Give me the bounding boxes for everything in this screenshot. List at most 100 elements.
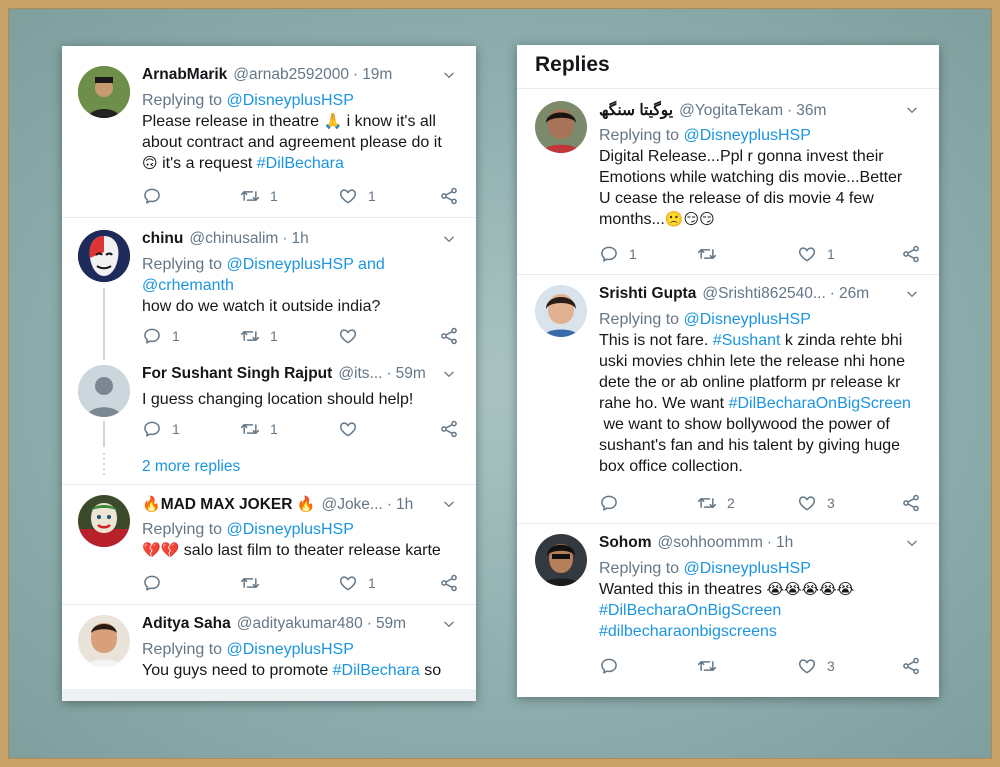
mention-link[interactable]: @DisneyplusHSP <box>684 560 811 577</box>
like-button[interactable]: 1 <box>338 186 436 206</box>
tweet-text-line: months... <box>599 211 665 228</box>
chevron-down-icon[interactable] <box>442 232 456 246</box>
reply-button[interactable]: 1 <box>142 419 240 439</box>
reply-icon <box>599 493 619 513</box>
user-handle[interactable]: @sohhoommm <box>658 534 763 552</box>
reply-button[interactable] <box>599 656 697 676</box>
tweet-srishti-gupta[interactable]: Srishti Gupta @Srishti862540... · 26m Re… <box>517 275 939 524</box>
reply-button[interactable] <box>142 573 240 593</box>
like-button[interactable]: 3 <box>797 656 895 676</box>
face-emojis: 🙁😏😏 <box>664 210 715 228</box>
tweet-aditya-saha[interactable]: Aditya Saha @adityakumar480 · 59m Replyi… <box>62 605 476 701</box>
retweet-icon <box>240 573 260 593</box>
tweet-time[interactable]: 36m <box>796 102 826 120</box>
avatar[interactable] <box>535 101 587 153</box>
mention-link[interactable]: @DisneyplusHSP <box>227 92 354 109</box>
chevron-down-icon[interactable] <box>442 497 456 511</box>
avatar[interactable] <box>78 230 130 282</box>
hashtag-link[interactable]: #DilBecharaOnBigScreen <box>599 600 923 621</box>
user-name[interactable]: Srishti Gupta <box>599 285 696 303</box>
retweet-button[interactable]: 1 <box>240 186 338 206</box>
chevron-down-icon[interactable] <box>442 367 456 381</box>
tweet-time[interactable]: 59m <box>376 615 406 633</box>
avatar[interactable] <box>535 285 587 337</box>
share-icon[interactable] <box>901 493 921 513</box>
user-name[interactable]: ArnabMarik <box>142 66 227 84</box>
retweet-button[interactable] <box>240 573 338 593</box>
like-button[interactable]: 1 <box>797 244 895 264</box>
tweet-yogita[interactable]: یوگیتا سنگھ @YogitaTekam · 36m Replying … <box>517 89 939 275</box>
avatar[interactable] <box>78 66 130 118</box>
reply-button[interactable] <box>142 186 240 206</box>
retweet-button[interactable]: 2 <box>697 493 797 513</box>
user-name[interactable]: For Sushant Singh Rajput <box>142 365 332 383</box>
hashtag-link[interactable]: #DilBecharaOnBigScreen <box>729 395 911 412</box>
tweet-time[interactable]: 1h <box>776 534 793 552</box>
avatar[interactable] <box>78 495 130 547</box>
user-handle[interactable]: @arnab2592000 <box>233 66 349 84</box>
tweet-time[interactable]: 1h <box>291 230 308 248</box>
user-handle[interactable]: @chinusalim <box>189 230 278 248</box>
mention-link[interactable]: @DisneyplusHSP <box>227 521 354 538</box>
mention-link[interactable]: @DisneyplusHSP <box>684 311 811 328</box>
reply-icon <box>599 656 619 676</box>
mention-link[interactable]: @DisneyplusHSP <box>684 127 811 144</box>
avatar[interactable] <box>78 615 130 667</box>
tweet-chinu[interactable]: chinu @chinusalim · 1h Replying to @Disn… <box>62 218 476 360</box>
retweet-button[interactable]: 1 <box>240 419 338 439</box>
reply-button[interactable] <box>599 493 697 513</box>
like-icon <box>797 656 817 676</box>
chevron-down-icon[interactable] <box>442 68 456 82</box>
share-icon[interactable] <box>439 573 459 593</box>
user-name[interactable]: Sohom <box>599 534 652 552</box>
user-name[interactable]: Aditya Saha <box>142 615 231 633</box>
chevron-down-icon[interactable] <box>905 536 919 550</box>
avatar[interactable] <box>78 365 130 417</box>
user-handle[interactable]: @adityakumar480 <box>237 615 363 633</box>
left-replies-panel: ArnabMarik @arnab2592000 · 19m Replying … <box>62 46 476 701</box>
mention-link[interactable]: @DisneyplusHSP <box>227 641 354 658</box>
avatar[interactable] <box>535 534 587 586</box>
like-button[interactable] <box>338 326 436 346</box>
mention-link[interactable]: @crhemanth <box>142 277 234 294</box>
user-handle[interactable]: @its... <box>338 365 382 383</box>
more-replies-link[interactable]: 2 more replies <box>142 458 240 476</box>
reply-button[interactable]: 1 <box>599 244 697 264</box>
user-handle[interactable]: @Srishti862540... <box>702 285 825 303</box>
hashtag-link[interactable]: #Sushant <box>713 332 781 349</box>
user-handle[interactable]: @YogitaTekam <box>679 102 783 120</box>
hashtag-link[interactable]: #dilbecharaonbigscreens <box>599 621 923 642</box>
tweet-sohom[interactable]: Sohom @sohhoommm · 1h Replying to @Disne… <box>517 524 939 694</box>
tweet-mad-max-joker[interactable]: 🔥MAD MAX JOKER 🔥 @Joke... · 1h Replying … <box>62 485 476 605</box>
share-icon[interactable] <box>439 326 459 346</box>
tweet-time[interactable]: 1h <box>396 496 413 514</box>
retweet-button[interactable] <box>697 244 797 264</box>
hashtag-link[interactable]: #DilBechara <box>333 662 420 679</box>
retweet-button[interactable] <box>697 656 797 676</box>
chevron-down-icon[interactable] <box>442 617 456 631</box>
tweet-arnabmarik[interactable]: ArnabMarik @arnab2592000 · 19m Replying … <box>62 46 476 218</box>
like-button[interactable]: 1 <box>338 573 436 593</box>
mention-link[interactable]: @DisneyplusHSP and <box>227 256 385 273</box>
hashtag-link[interactable]: #DilBechara <box>257 155 344 172</box>
share-icon[interactable] <box>439 186 459 206</box>
user-name[interactable]: chinu <box>142 230 183 248</box>
user-name[interactable]: 🔥MAD MAX JOKER 🔥 <box>142 495 315 514</box>
like-button[interactable] <box>338 419 436 439</box>
like-button[interactable]: 3 <box>797 493 895 513</box>
reply-button[interactable]: 1 <box>142 326 240 346</box>
chevron-down-icon[interactable] <box>905 103 919 117</box>
user-name[interactable]: یوگیتا سنگھ <box>599 101 673 120</box>
reply-count: 1 <box>172 328 180 344</box>
tweet-for-sushant[interactable]: For Sushant Singh Rajput @its... · 59m I… <box>62 355 476 485</box>
tweet-time[interactable]: 26m <box>839 285 869 303</box>
user-handle[interactable]: @Joke... <box>321 496 382 514</box>
retweet-button[interactable]: 1 <box>240 326 338 346</box>
share-icon[interactable] <box>901 656 921 676</box>
tweet-text: 💔💔 salo last film to theater release kar… <box>142 540 460 561</box>
tweet-time[interactable]: 59m <box>396 365 426 383</box>
share-icon[interactable] <box>439 419 459 439</box>
share-icon[interactable] <box>901 244 921 264</box>
tweet-time[interactable]: 19m <box>362 66 392 84</box>
chevron-down-icon[interactable] <box>905 287 919 301</box>
